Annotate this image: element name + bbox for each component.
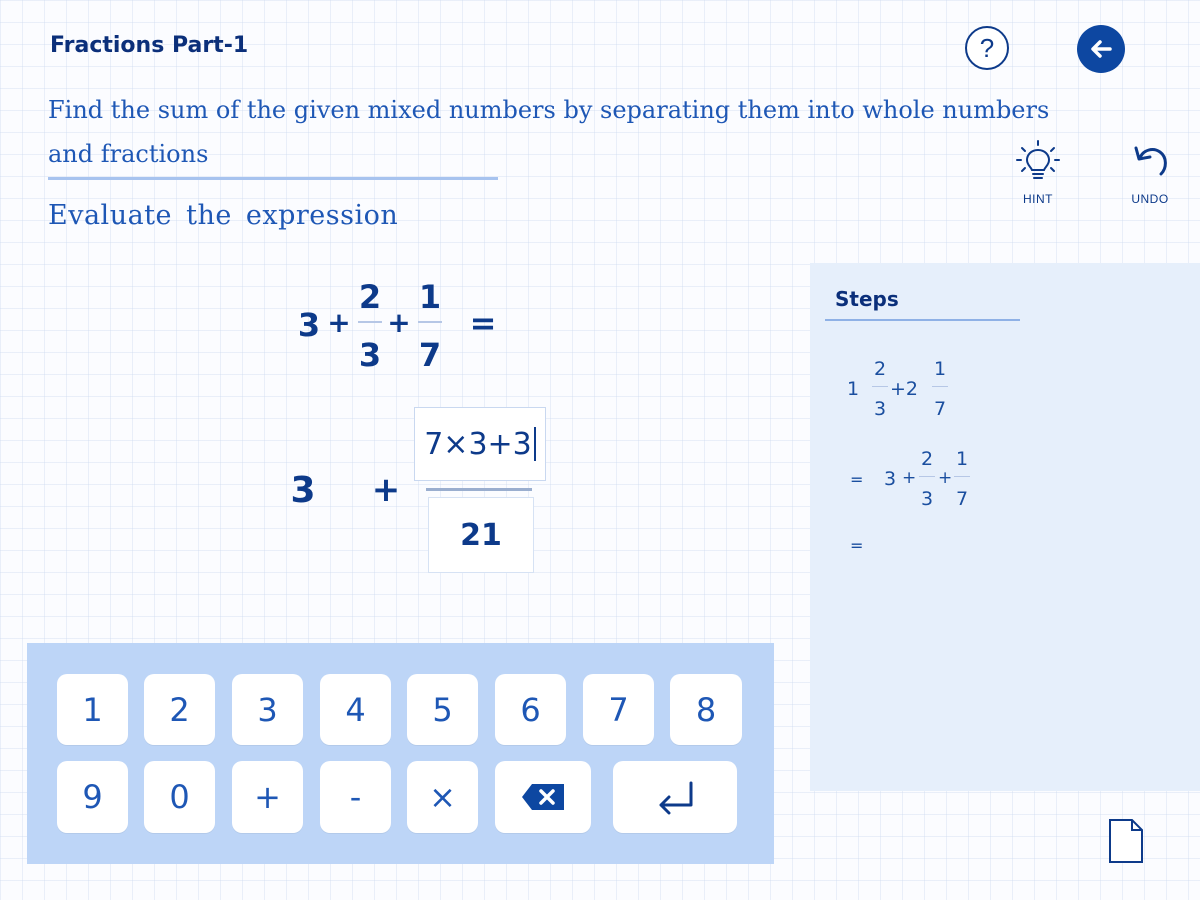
expr-frac2-denominator: 7 xyxy=(418,336,442,374)
steps-underline xyxy=(825,319,1020,321)
steps-panel xyxy=(810,263,1200,791)
step2-plus1: + xyxy=(902,468,917,488)
backspace-icon xyxy=(522,784,564,810)
keypad: 1 2 3 4 5 6 7 8 9 0 + - × xyxy=(27,643,774,864)
instruction-text: Find the sum of the given mixed numbers … xyxy=(48,96,1050,168)
hint-button[interactable]: HINT xyxy=(1006,138,1070,206)
key-2[interactable]: 2 xyxy=(144,674,215,745)
expr-whole: 3 xyxy=(297,306,321,344)
expr-frac1-bar xyxy=(358,321,382,323)
text-cursor xyxy=(533,427,536,461)
step1-den2: 7 xyxy=(933,398,947,420)
key-9[interactable]: 9 xyxy=(57,761,128,833)
step2-whole: 3 xyxy=(884,468,897,490)
key-0[interactable]: 0 xyxy=(144,761,215,833)
instruction-underline xyxy=(48,177,498,180)
expr-plus-1: + xyxy=(327,306,351,339)
key-4[interactable]: 4 xyxy=(320,674,391,745)
step1-bar2 xyxy=(932,386,948,387)
answer-plus: + xyxy=(371,470,401,510)
expr-frac2-bar xyxy=(418,321,442,323)
steps-title: Steps xyxy=(835,287,899,311)
denominator-value: 21 xyxy=(460,517,502,553)
undo-button[interactable]: UNDO xyxy=(1118,138,1182,206)
denominator-box[interactable]: 21 xyxy=(428,497,534,573)
step2-num1: 2 xyxy=(920,448,934,470)
expr-plus-2: + xyxy=(387,306,411,339)
step2-equals: = xyxy=(850,470,864,489)
key-8[interactable]: 8 xyxy=(670,674,742,745)
undo-label: UNDO xyxy=(1131,192,1169,206)
key-6[interactable]: 6 xyxy=(495,674,566,745)
document-button[interactable] xyxy=(1108,818,1144,869)
subheading: Evaluate the expression xyxy=(48,200,399,231)
back-arrow-icon xyxy=(1091,40,1112,58)
lightbulb-icon xyxy=(1016,140,1060,179)
expr-equals: = xyxy=(469,304,497,342)
step1-num2: 1 xyxy=(933,358,947,380)
back-button[interactable] xyxy=(1077,25,1125,73)
hint-label: HINT xyxy=(1023,192,1053,206)
step2-bar2 xyxy=(954,476,970,477)
backspace-button[interactable] xyxy=(495,761,591,833)
step2-bar1 xyxy=(919,476,935,477)
step1-whole1: 1 xyxy=(847,378,860,400)
step1-op: +2 xyxy=(890,378,919,400)
step2-den1: 3 xyxy=(920,488,934,510)
step3-equals: = xyxy=(850,536,864,555)
document-icon xyxy=(1109,819,1143,863)
step1-den1: 3 xyxy=(873,398,887,420)
step2-plus2: + xyxy=(938,468,953,488)
step1-num1: 2 xyxy=(873,358,887,380)
enter-button[interactable] xyxy=(613,761,737,833)
key-plus[interactable]: + xyxy=(232,761,303,833)
numerator-input[interactable]: 7×3+3 xyxy=(414,407,546,481)
answer-fraction-bar xyxy=(426,488,532,491)
key-7[interactable]: 7 xyxy=(583,674,654,745)
expr-frac2-numerator: 1 xyxy=(418,278,442,316)
step2-num2: 1 xyxy=(955,448,969,470)
undo-icon xyxy=(1134,146,1167,176)
numerator-input-value: 7×3+3 xyxy=(424,426,532,462)
key-1[interactable]: 1 xyxy=(57,674,128,745)
step1-bar1 xyxy=(872,386,888,387)
app-title: Fractions Part-1 xyxy=(50,33,249,58)
key-3[interactable]: 3 xyxy=(232,674,303,745)
help-icon: ? xyxy=(979,32,995,63)
enter-icon xyxy=(659,781,693,815)
key-multiply[interactable]: × xyxy=(407,761,478,833)
expr-frac1-numerator: 2 xyxy=(358,278,382,316)
help-button[interactable]: ? xyxy=(965,26,1009,70)
key-minus[interactable]: - xyxy=(320,761,391,833)
expr-frac1-denominator: 3 xyxy=(358,336,382,374)
answer-whole: 3 xyxy=(290,470,316,511)
key-5[interactable]: 5 xyxy=(407,674,478,745)
step2-den2: 7 xyxy=(955,488,969,510)
